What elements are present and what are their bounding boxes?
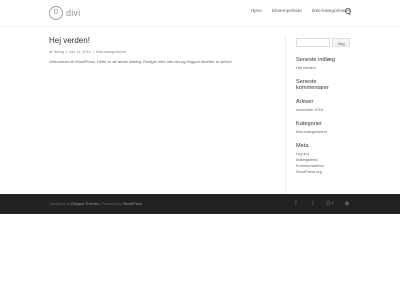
site-footer: Designed by Elegant Themes | Powered by … bbox=[0, 194, 400, 214]
widget-recent-posts: Seneste indlæg Hej verden! bbox=[296, 57, 350, 71]
twitter-icon[interactable]: t bbox=[309, 200, 317, 208]
footer-credit: Designed by Elegant Themes | Powered by … bbox=[49, 202, 142, 206]
meta-author-prefix: af bbox=[49, 50, 53, 54]
site-logo[interactable]: D divi bbox=[49, 5, 80, 20]
widget-title: Seneste indlæg bbox=[296, 57, 335, 63]
archive-link[interactable]: november 2016 bbox=[296, 107, 350, 113]
rss-icon[interactable]: ◉ bbox=[343, 200, 351, 208]
meta-separator: | bbox=[92, 50, 95, 54]
widget-archives: Arkiver november 2016 bbox=[296, 99, 350, 113]
sidebar-search-button[interactable]: Søg bbox=[332, 38, 350, 47]
logo-mark-icon: D bbox=[49, 5, 63, 20]
widget-categories: Kategorier Ikke-kategoriseret bbox=[296, 121, 350, 135]
widget-meta: Meta Log ind Indlægsfeed Kommentarfeed W… bbox=[296, 143, 350, 175]
logo-text: divi bbox=[66, 7, 81, 18]
category-link[interactable]: Ikke-kategoriseret bbox=[296, 129, 350, 135]
sidebar-search: Søg bbox=[296, 38, 350, 47]
widget-title: Seneste kommentarer bbox=[296, 79, 329, 91]
sidebar-search-input[interactable] bbox=[296, 38, 330, 47]
nav-item-eksempelside[interactable]: Eksempelside bbox=[272, 9, 302, 14]
credit-prefix: Designed by bbox=[49, 202, 72, 206]
facebook-icon[interactable]: f bbox=[292, 200, 300, 208]
platform-link[interactable]: WordPress bbox=[123, 202, 142, 206]
sidebar: Søg Seneste indlæg Hej verden! Seneste k… bbox=[296, 38, 350, 183]
post-title[interactable]: Hej verden! bbox=[49, 36, 279, 45]
widget-recent-comments: Seneste kommentarer bbox=[296, 79, 350, 91]
main-content: Hej verden! af tbfrog | nov 11, 2016 | I… bbox=[49, 36, 279, 69]
search-icon[interactable] bbox=[345, 8, 351, 15]
site-header: D divi Hjem Eksempelside Ikke-kategorise… bbox=[0, 0, 400, 26]
nav-item-hjem[interactable]: Hjem bbox=[251, 9, 262, 14]
meta-link-wordpress-org[interactable]: WordPress.org bbox=[296, 169, 350, 175]
meta-date: nov 11, 2016 bbox=[69, 50, 91, 54]
post-meta: af tbfrog | nov 11, 2016 | Ikke-kategori… bbox=[49, 50, 279, 54]
meta-separator: | bbox=[66, 50, 69, 54]
meta-category-link[interactable]: Ikke-kategoriseret bbox=[96, 50, 126, 54]
designer-link[interactable]: Elegant Themes bbox=[71, 202, 99, 206]
post-body: Velkommen til WordPress. Dette er dit fø… bbox=[49, 59, 232, 64]
sidebar-divider bbox=[285, 36, 286, 194]
widget-title: Arkiver bbox=[296, 99, 314, 105]
recent-post-link[interactable]: Hej verden! bbox=[296, 65, 350, 71]
widget-title: Meta bbox=[296, 143, 309, 149]
credit-mid: | Powered by bbox=[98, 202, 123, 206]
widget-title: Kategorier bbox=[296, 121, 322, 127]
meta-author-link[interactable]: tbfrog bbox=[54, 50, 64, 54]
social-icons: f t G+ ◉ bbox=[292, 200, 351, 208]
main-nav: Hjem Eksempelside Ikke-kategoriseret bbox=[251, 9, 350, 14]
google-plus-icon[interactable]: G+ bbox=[326, 200, 334, 208]
